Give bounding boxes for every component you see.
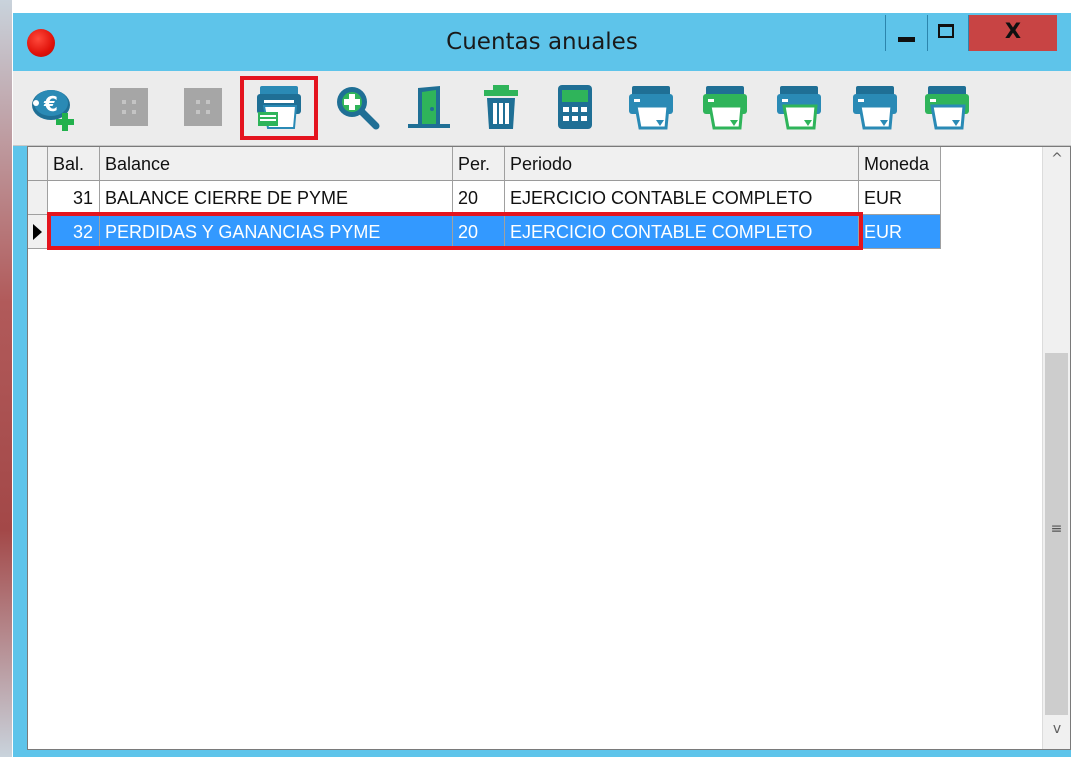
current-row-arrow-icon: [33, 224, 42, 240]
cuentas-anuales-window: Cuentas anuales X € Bal. Balance Per. Pe…: [13, 13, 1071, 757]
row-indicator[interactable]: [28, 215, 48, 249]
selected-row-highlight: [47, 212, 863, 250]
print-button-highlight: [240, 76, 318, 140]
zoom-search-icon: [337, 87, 380, 130]
close-button[interactable]: X: [969, 15, 1057, 51]
add-account-button[interactable]: €: [27, 79, 83, 135]
print-button-5[interactable]: [919, 79, 975, 135]
disabled-toolbar-button[interactable]: [101, 79, 157, 135]
row-indicator[interactable]: [28, 181, 48, 215]
scroll-down-icon[interactable]: v: [1043, 721, 1071, 745]
close-icon: X: [1004, 19, 1022, 43]
trash-icon: [484, 85, 518, 129]
cell-moneda[interactable]: EUR: [859, 215, 941, 249]
calculator-button[interactable]: [547, 79, 603, 135]
vertical-scrollbar[interactable]: ^ ≡ v: [1042, 147, 1070, 749]
print-green-icon: [925, 86, 969, 130]
disabled-button-icon: [110, 88, 148, 126]
scroll-up-icon[interactable]: ^: [1043, 151, 1071, 175]
print-button-3[interactable]: [771, 79, 827, 135]
print-button-4[interactable]: [847, 79, 903, 135]
minimize-icon: [898, 37, 915, 42]
column-header-periodo[interactable]: Periodo: [505, 147, 859, 181]
exit-button[interactable]: [401, 79, 457, 135]
cell-periodo[interactable]: EJERCICIO CONTABLE COMPLETO: [505, 181, 859, 215]
print-blue-icon: [777, 86, 821, 130]
column-header-balance[interactable]: Balance: [100, 147, 453, 181]
cell-moneda[interactable]: EUR: [859, 181, 941, 215]
scroll-thumb[interactable]: ≡: [1045, 353, 1068, 715]
print-button-1[interactable]: [623, 79, 679, 135]
cell-bal[interactable]: 31: [48, 181, 100, 215]
scroll-grip-icon: ≡: [1050, 521, 1063, 537]
cell-balance[interactable]: BALANCE CIERRE DE PYME: [100, 181, 453, 215]
exit-door-icon: [408, 86, 450, 128]
disabled-toolbar-button[interactable]: [175, 79, 231, 135]
accounts-grid[interactable]: Bal. Balance Per. Periodo Moneda 31 BALA…: [27, 146, 1071, 750]
print-green-icon: [703, 86, 747, 130]
maximize-button[interactable]: [927, 15, 969, 51]
minimize-button[interactable]: [885, 15, 927, 51]
print-button-2[interactable]: [697, 79, 753, 135]
window-bottom-border: [13, 750, 1071, 757]
screen: Cuentas anuales X € Bal. Balance Per. Pe…: [0, 0, 1071, 757]
maximize-icon: [938, 24, 954, 38]
column-header-moneda[interactable]: Moneda: [859, 147, 941, 181]
desktop-edge: [0, 0, 12, 757]
svg-text:€: €: [43, 92, 58, 116]
delete-button[interactable]: [473, 79, 529, 135]
zoom-button[interactable]: [329, 79, 385, 135]
print-blue-icon: [629, 86, 673, 130]
cell-per[interactable]: 20: [453, 181, 505, 215]
toolbar: €: [13, 71, 1071, 146]
column-header-bal[interactable]: Bal.: [48, 147, 100, 181]
row-indicator-header: [28, 147, 48, 181]
titlebar[interactable]: Cuentas anuales X: [13, 13, 1071, 71]
print-blue-icon: [853, 86, 897, 130]
add-account-icon: €: [32, 90, 74, 131]
calculator-icon: [558, 85, 592, 129]
column-header-per[interactable]: Per.: [453, 147, 505, 181]
disabled-button-icon: [184, 88, 222, 126]
